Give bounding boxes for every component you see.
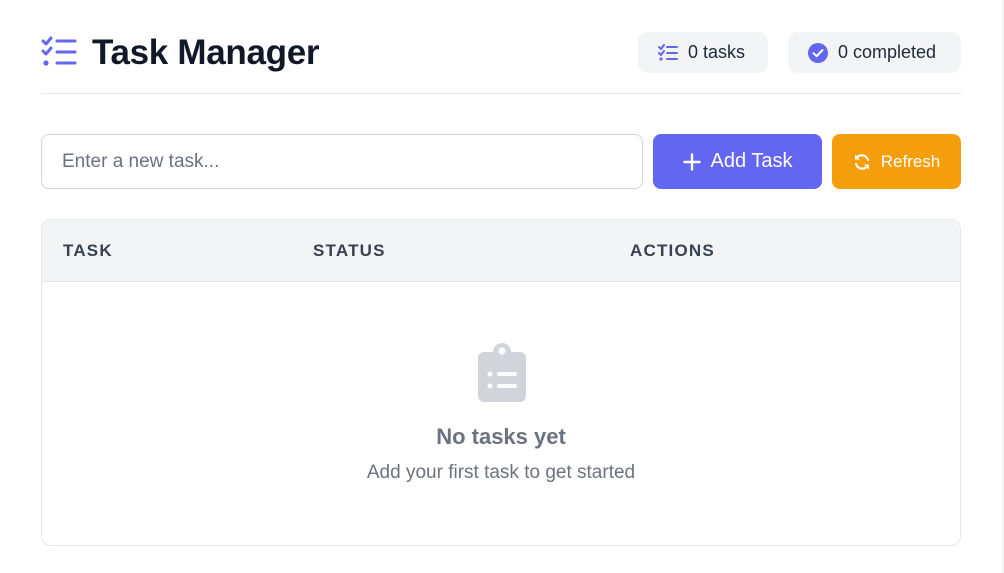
add-task-button[interactable]: Add Task bbox=[653, 134, 822, 189]
column-header-status: STATUS bbox=[313, 241, 386, 260]
check-circle-icon bbox=[808, 42, 828, 63]
empty-state: No tasks yet Add your first task to get … bbox=[42, 282, 960, 545]
tasks-count-label: 0 tasks bbox=[688, 42, 746, 62]
refresh-label: Refresh bbox=[880, 151, 941, 171]
task-list-icon bbox=[41, 36, 77, 66]
empty-state-subtitle: Add your first task to get started bbox=[366, 462, 636, 483]
clipboard-list-icon bbox=[478, 343, 526, 402]
completed-count-badge: 0 completed bbox=[788, 32, 961, 73]
column-header-task: TASK bbox=[63, 241, 113, 260]
task-manager-card: Task Manager 0 tasks 0 completed Enter a… bbox=[0, 0, 1002, 573]
tasks-table: TASK STATUS ACTIONS No tasks yet Add you… bbox=[41, 219, 961, 546]
table-header: TASK STATUS ACTIONS bbox=[42, 220, 960, 282]
page-title: Task Manager bbox=[92, 33, 320, 72]
completed-count-label: 0 completed bbox=[838, 42, 937, 62]
list-check-icon bbox=[658, 43, 678, 62]
column-header-actions: ACTIONS bbox=[630, 241, 715, 260]
refresh-icon bbox=[853, 153, 871, 171]
tasks-count-badge: 0 tasks bbox=[638, 32, 768, 73]
empty-state-title: No tasks yet bbox=[436, 424, 566, 449]
plus-icon bbox=[682, 152, 701, 171]
refresh-button[interactable]: Refresh bbox=[832, 134, 961, 189]
add-task-label: Add Task bbox=[710, 150, 793, 172]
header: Task Manager 0 tasks 0 completed bbox=[41, 32, 961, 94]
new-task-input[interactable] bbox=[41, 134, 643, 189]
